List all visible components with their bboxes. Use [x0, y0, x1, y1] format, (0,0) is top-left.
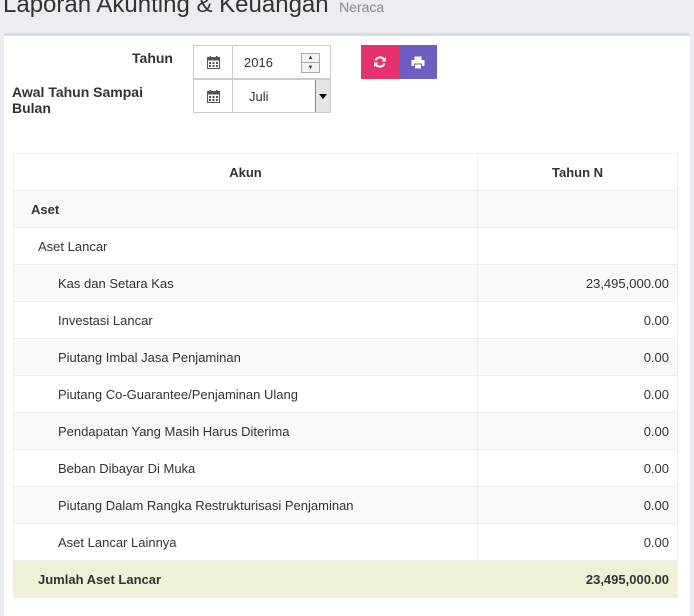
account-value: 23,495,000.00	[477, 264, 678, 302]
report-panel: Tahun 2016 ▲ ▼ Awal Tahun Sampai Bulan J…	[4, 33, 690, 616]
account-value: 0.00	[477, 338, 678, 376]
year-input-group: 2016 ▲ ▼	[193, 45, 331, 79]
account-name: Aset	[13, 190, 478, 228]
month-input-group: Juli	[193, 79, 331, 113]
account-name: Piutang Imbal Jasa Penjaminan	[13, 338, 478, 376]
table-row: Aset Lancar Lainnya 0.00	[13, 523, 678, 561]
table-header-row: Akun Tahun N	[13, 153, 678, 191]
print-button[interactable]	[399, 45, 437, 79]
account-value: 0.00	[477, 523, 678, 561]
month-label: Awal Tahun Sampai Bulan	[12, 84, 143, 116]
table-row: Piutang Dalam Rangka Restrukturisasi Pen…	[13, 486, 678, 524]
table-row: Kas dan Setara Kas 23,495,000.00	[13, 264, 678, 302]
total-label: Jumlah Aset Lancar	[13, 560, 478, 598]
account-name: Piutang Dalam Rangka Restrukturisasi Pen…	[13, 486, 478, 524]
account-value: 0.00	[477, 449, 678, 487]
account-name: Kas dan Setara Kas	[13, 264, 478, 302]
page-header: Laporan Akunting & Keuangan Neraca	[3, 0, 384, 19]
table-row: Piutang Co-Guarantee/Penjaminan Ulang 0.…	[13, 375, 678, 413]
table-row: Aset Lancar	[13, 227, 678, 265]
table-row: Beban Dibayar Di Muka 0.00	[13, 449, 678, 487]
page-title: Laporan Akunting & Keuangan	[3, 0, 329, 18]
refresh-icon	[374, 56, 386, 68]
total-row: Jumlah Aset Lancar 23,495,000.00	[13, 560, 678, 598]
calendar-icon	[194, 46, 233, 78]
account-value	[477, 190, 678, 228]
account-value: 0.00	[477, 412, 678, 450]
account-value: 0.00	[477, 486, 678, 524]
table-row: Aset	[13, 190, 678, 228]
refresh-button[interactable]	[361, 45, 399, 79]
year-input[interactable]: 2016 ▲ ▼	[233, 46, 330, 78]
account-value	[477, 227, 678, 265]
column-header-year: Tahun N	[477, 153, 678, 191]
total-value: 23,495,000.00	[477, 560, 678, 598]
account-name: Pendapatan Yang Masih Harus Diterima	[13, 412, 478, 450]
year-value: 2016	[244, 55, 273, 70]
account-name: Aset Lancar Lainnya	[13, 523, 478, 561]
month-value: Juli	[249, 89, 269, 104]
page-subtitle: Neraca	[339, 0, 385, 15]
table-row: Investasi Lancar 0.00	[13, 301, 678, 339]
spinner-down-icon[interactable]: ▼	[302, 63, 319, 72]
chevron-down-icon[interactable]	[315, 80, 330, 112]
account-value: 0.00	[477, 301, 678, 339]
account-name: Beban Dibayar Di Muka	[13, 449, 478, 487]
table-row: Pendapatan Yang Masih Harus Diterima 0.0…	[13, 412, 678, 450]
spinner-up-icon[interactable]: ▲	[302, 54, 319, 63]
table-row: Piutang Imbal Jasa Penjaminan 0.00	[13, 338, 678, 376]
account-name: Investasi Lancar	[13, 301, 478, 339]
calendar-icon	[194, 80, 233, 112]
column-header-account: Akun	[13, 153, 478, 191]
balance-sheet-table: Akun Tahun N Aset Aset Lancar Kas dan Se…	[13, 153, 678, 598]
account-name: Aset Lancar	[13, 227, 478, 265]
account-value: 0.00	[477, 375, 678, 413]
month-select[interactable]: Juli	[233, 80, 330, 112]
year-label: Tahun	[132, 50, 173, 66]
account-name: Piutang Co-Guarantee/Penjaminan Ulang	[13, 375, 478, 413]
print-icon	[411, 56, 425, 69]
year-spinner[interactable]: ▲ ▼	[301, 53, 320, 73]
